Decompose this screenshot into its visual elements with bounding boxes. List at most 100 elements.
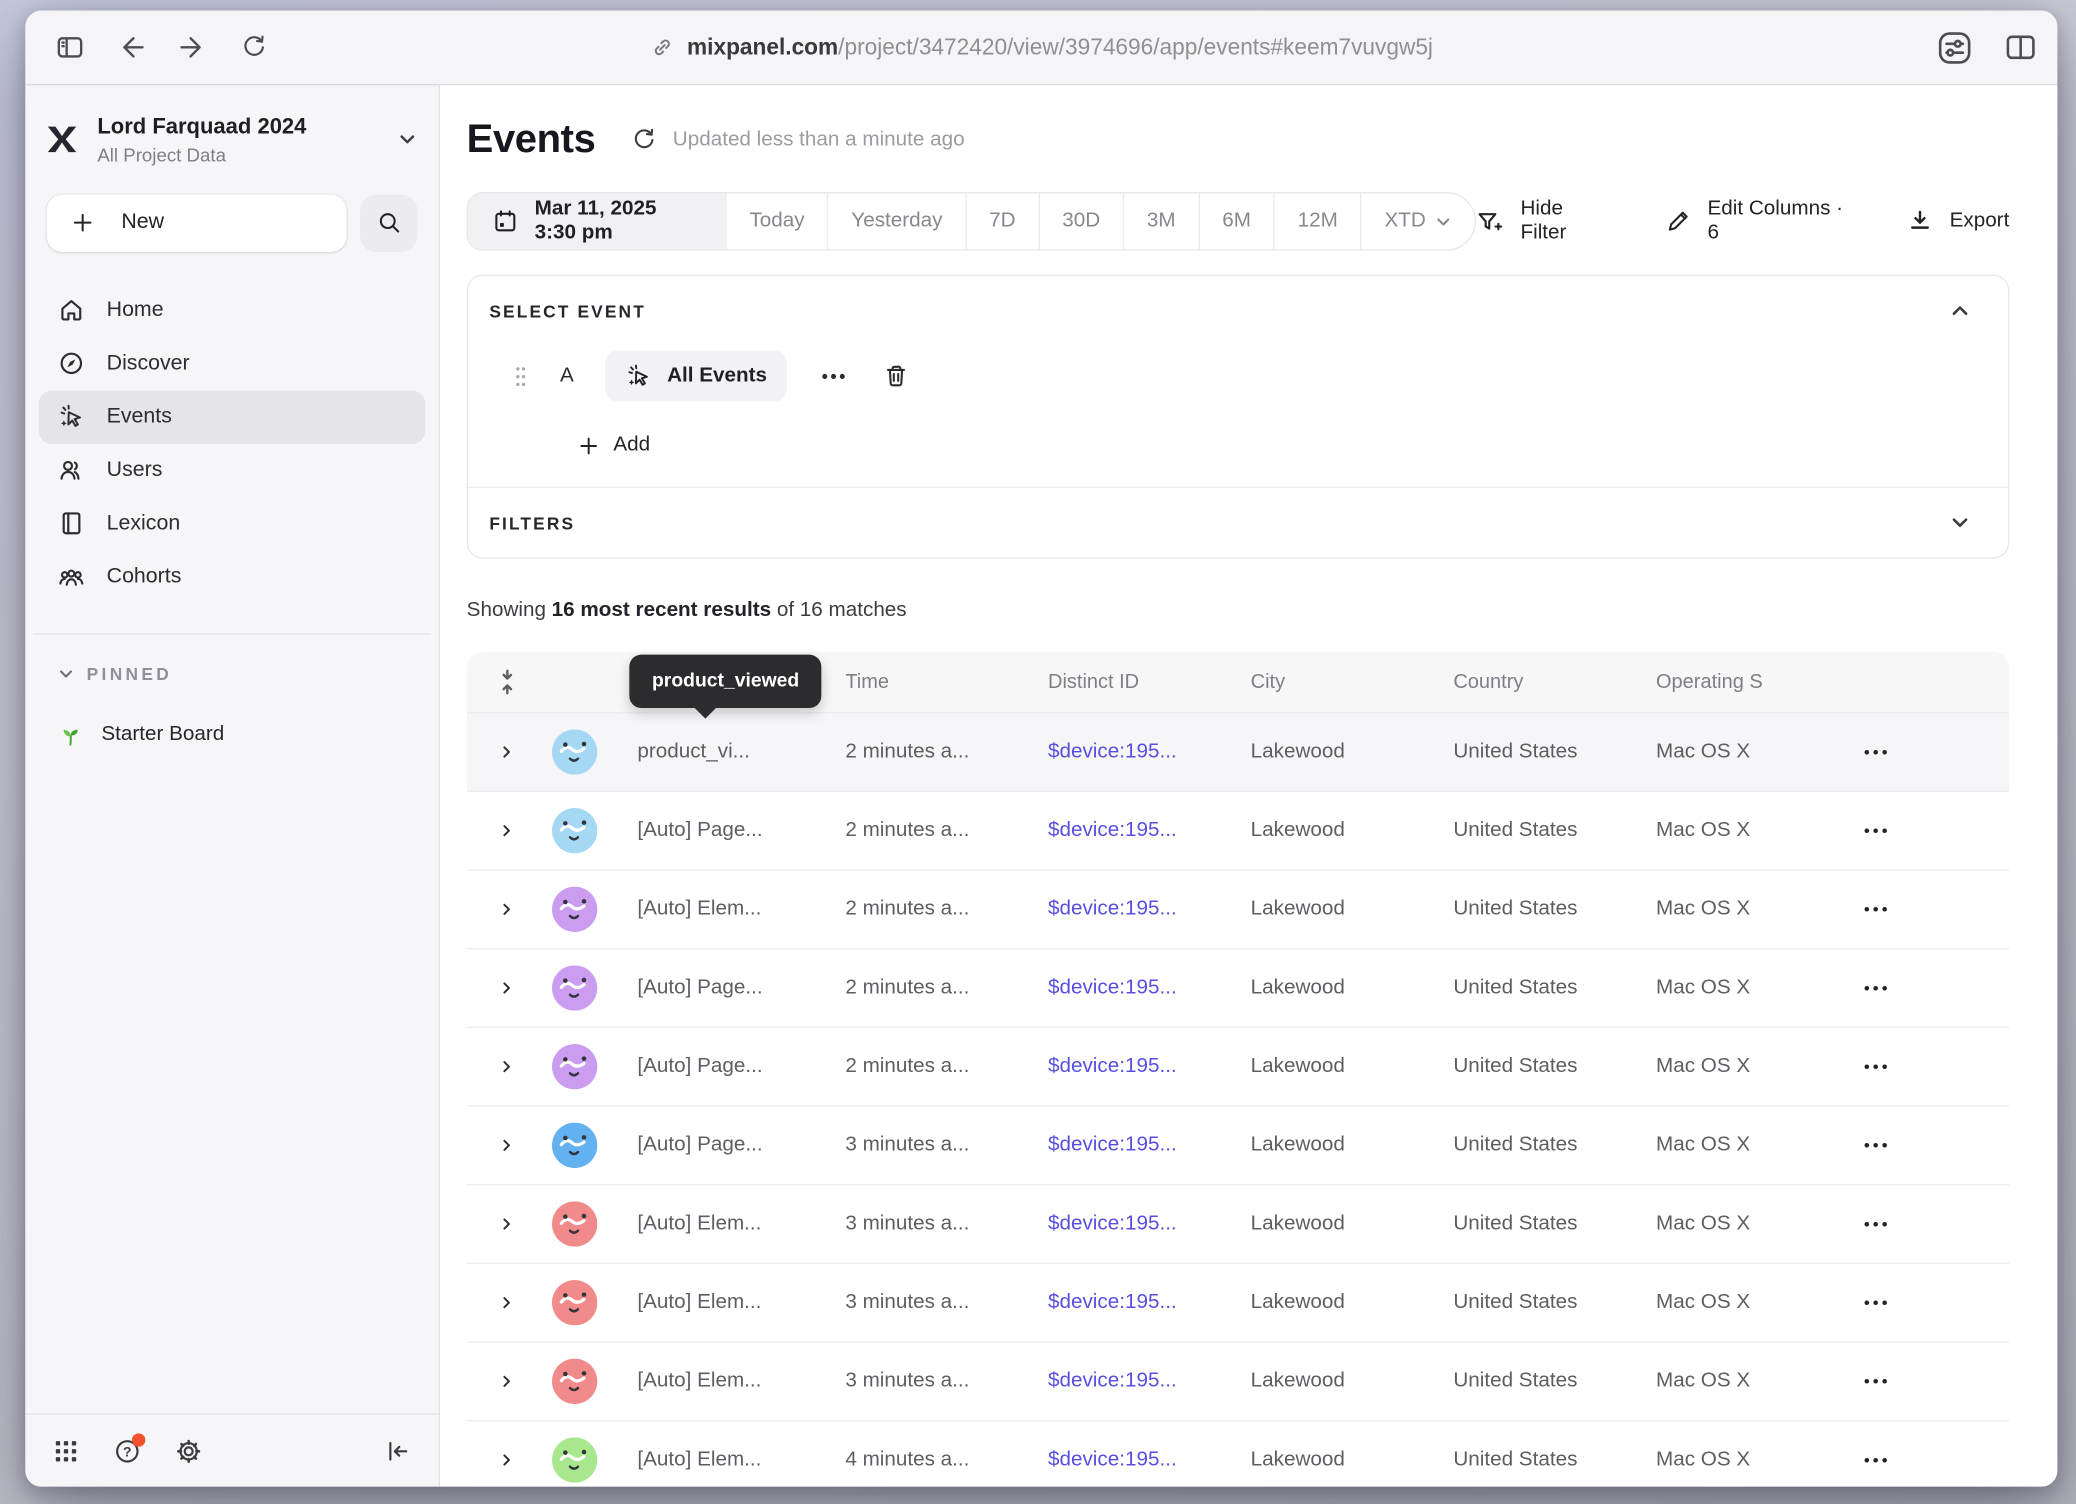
row-menu-button[interactable]: ••• <box>1864 900 1909 919</box>
row-menu-button[interactable]: ••• <box>1864 1215 1909 1234</box>
os: Mac OS X <box>1624 976 1827 1000</box>
city: Lakewood <box>1219 1055 1422 1079</box>
date-picker-button[interactable]: Mar 11, 2025 3:30 pm <box>468 193 725 249</box>
table-row[interactable]: [Auto] Page... 3 minutes a... $device:19… <box>467 1105 2010 1184</box>
range-12m[interactable]: 12M <box>1274 193 1361 249</box>
cursor-sparkle-icon <box>626 363 653 390</box>
column-header-os[interactable]: Operating S <box>1624 671 1827 694</box>
table-row[interactable]: [Auto] Page... 2 minutes a... $device:19… <box>467 948 2010 1027</box>
expand-row-button[interactable] <box>499 1059 515 1075</box>
add-event-button[interactable]: Add <box>577 433 1981 457</box>
table-row[interactable]: [Auto] Elem... 4 minutes a... $device:19… <box>467 1420 2010 1487</box>
range-yesterday[interactable]: Yesterday <box>827 193 965 249</box>
range-6m[interactable]: 6M <box>1198 193 1273 249</box>
distinct-id-link[interactable]: $device:195... <box>1016 740 1219 764</box>
sidebar-item-home[interactable]: Home <box>39 284 426 337</box>
distinct-id-link[interactable]: $device:195... <box>1016 1133 1219 1157</box>
table-row[interactable]: [Auto] Page... 2 minutes a... $device:19… <box>467 1027 2010 1106</box>
help-button[interactable] <box>113 1437 141 1465</box>
expand-row-button[interactable] <box>499 1295 515 1311</box>
sidebar-item-lexicon[interactable]: Lexicon <box>39 497 426 550</box>
project-switcher[interactable]: Lord Farquaad 2024 All Project Data <box>25 85 438 189</box>
distinct-id-link[interactable]: $device:195... <box>1016 1369 1219 1393</box>
table-row[interactable]: [Auto] Elem... 3 minutes a... $device:19… <box>467 1184 2010 1263</box>
expand-section-button[interactable] <box>1949 512 1970 533</box>
event-avatar <box>552 1201 597 1246</box>
distinct-id-link[interactable]: $device:195... <box>1016 897 1219 921</box>
drag-handle-icon[interactable] <box>513 363 528 388</box>
search-button[interactable] <box>360 194 417 251</box>
row-menu-button[interactable]: ••• <box>1864 1451 1909 1470</box>
column-header-country[interactable]: Country <box>1421 671 1624 694</box>
sidebar-toggle-button[interactable] <box>47 25 92 70</box>
delete-event-button[interactable] <box>883 363 910 390</box>
country: United States <box>1421 1133 1624 1157</box>
cursor-sparkle-icon <box>57 403 85 431</box>
table-row[interactable]: [Auto] Elem... 2 minutes a... $device:19… <box>467 869 2010 948</box>
distinct-id-link[interactable]: $device:195... <box>1016 1291 1219 1315</box>
expand-row-button[interactable] <box>499 1373 515 1389</box>
hide-filter-button[interactable]: Hide Filter <box>1476 197 1606 245</box>
event-more-button[interactable]: ••• <box>822 366 848 386</box>
distinct-id-link[interactable]: $device:195... <box>1016 1055 1219 1079</box>
distinct-id-link[interactable]: $device:195... <box>1016 1212 1219 1236</box>
sidebar-item-users[interactable]: Users <box>39 444 426 497</box>
range-today[interactable]: Today <box>725 193 827 249</box>
edit-columns-button[interactable]: Edit Columns · 6 <box>1665 197 1848 245</box>
row-menu-button[interactable]: ••• <box>1864 1293 1909 1312</box>
split-view-button[interactable] <box>2003 29 2039 65</box>
apps-grid-button[interactable] <box>52 1437 80 1465</box>
collapse-section-button[interactable] <box>1949 300 1981 321</box>
column-header-time[interactable]: Time <box>813 671 1016 694</box>
range-7d[interactable]: 7D <box>965 193 1038 249</box>
pinned-section-header[interactable]: PINNED <box>25 664 438 684</box>
distinct-id-link[interactable]: $device:195... <box>1016 976 1219 1000</box>
refresh-button[interactable] <box>630 127 657 154</box>
filters-section[interactable]: FILTERS <box>468 488 2008 557</box>
event-avatar <box>552 1437 597 1482</box>
table-row[interactable]: [Auto] Page... 2 minutes a... $device:19… <box>467 791 2010 870</box>
column-header-city[interactable]: City <box>1219 671 1422 694</box>
table-row[interactable]: product_vi... 2 minutes a... $device:195… <box>467 712 2010 791</box>
export-button[interactable]: Export <box>1907 208 2009 235</box>
expand-row-button[interactable] <box>499 901 515 917</box>
table-row[interactable]: [Auto] Elem... 3 minutes a... $device:19… <box>467 1263 2010 1342</box>
reload-button[interactable] <box>231 25 276 70</box>
expand-row-button[interactable] <box>499 980 515 996</box>
sidebar-item-label: Discover <box>107 352 190 376</box>
row-menu-button[interactable]: ••• <box>1864 743 1909 762</box>
column-header-distinct-id[interactable]: Distinct ID <box>1016 671 1219 694</box>
tooltip: product_viewed <box>629 655 822 708</box>
row-menu-button[interactable]: ••• <box>1864 821 1909 840</box>
expand-row-button[interactable] <box>499 1216 515 1232</box>
page-settings-button[interactable] <box>1936 29 1973 66</box>
sidebar-item-events[interactable]: Events <box>39 390 426 443</box>
distinct-id-link[interactable]: $device:195... <box>1016 819 1219 843</box>
collapse-sidebar-button[interactable] <box>384 1437 412 1465</box>
expand-row-button[interactable] <box>499 744 515 760</box>
range-xtd[interactable]: XTD <box>1360 193 1475 249</box>
back-button[interactable] <box>108 25 153 70</box>
sidebar-item-cohorts[interactable]: Cohorts <box>39 550 426 603</box>
expand-row-button[interactable] <box>499 823 515 839</box>
settings-gear-button[interactable] <box>175 1437 203 1465</box>
forward-button[interactable] <box>169 25 214 70</box>
expand-row-button[interactable] <box>499 1137 515 1153</box>
distinct-id-link[interactable]: $device:195... <box>1016 1448 1219 1472</box>
event-time: 4 minutes a... <box>813 1448 1016 1472</box>
row-menu-button[interactable]: ••• <box>1864 979 1909 998</box>
sidebar-item-discover[interactable]: Discover <box>39 337 426 390</box>
collapse-all-rows-button[interactable] <box>499 668 516 696</box>
row-menu-button[interactable]: ••• <box>1864 1372 1909 1391</box>
row-menu-button[interactable]: ••• <box>1864 1136 1909 1155</box>
range-30d[interactable]: 30D <box>1038 193 1123 249</box>
range-3m[interactable]: 3M <box>1123 193 1198 249</box>
sidebar-item-starter-board[interactable]: Starter Board <box>25 721 438 748</box>
address-bar[interactable]: mixpanel.com/project/3472420/view/397469… <box>650 11 1433 84</box>
new-button[interactable]: New <box>47 194 347 251</box>
event-selector-chip[interactable]: All Events <box>606 351 787 402</box>
row-menu-button[interactable]: ••• <box>1864 1057 1909 1076</box>
table-row[interactable]: [Auto] Elem... 3 minutes a... $device:19… <box>467 1341 2010 1420</box>
expand-row-button[interactable] <box>499 1452 515 1468</box>
os: Mac OS X <box>1624 897 1827 921</box>
